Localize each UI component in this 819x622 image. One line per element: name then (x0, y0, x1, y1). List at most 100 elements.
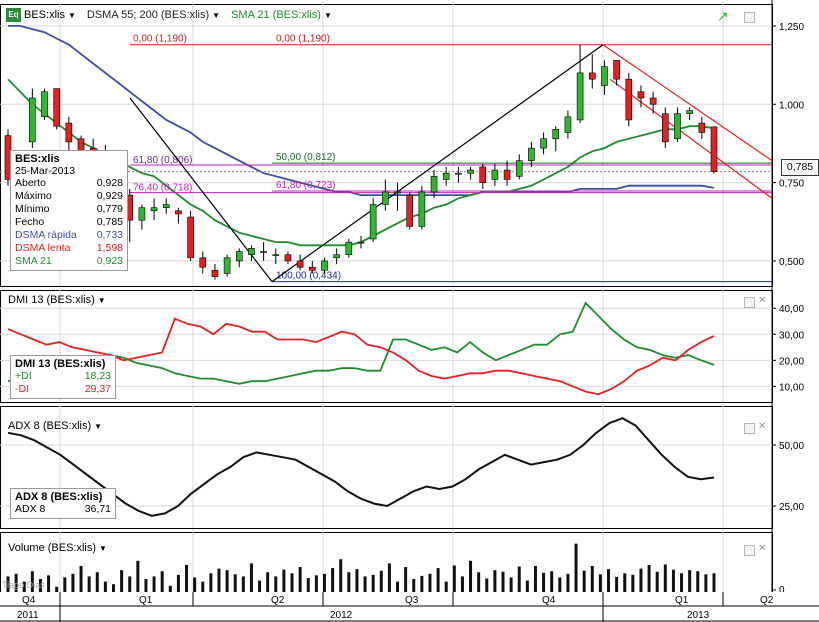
panel-maximize-icon[interactable] (744, 545, 755, 556)
volume-bar (396, 581, 400, 592)
volume-bar (63, 577, 67, 592)
volume-bar (509, 577, 513, 592)
candle-body (345, 241, 353, 255)
volume-bar (493, 570, 497, 592)
chevron-down-icon[interactable]: ▼ (98, 296, 106, 305)
volume-bar (477, 572, 481, 592)
candle-body (467, 169, 474, 174)
chevron-down-icon[interactable]: ▼ (324, 11, 332, 20)
volume-bar (501, 571, 505, 592)
volume-bar (607, 569, 611, 592)
panel-maximize-icon[interactable] (744, 12, 755, 23)
volume-bar (371, 574, 375, 592)
volume-bar (631, 574, 635, 592)
volume-bar (193, 577, 197, 592)
dmi-label[interactable]: DMI 13 (BES:xlis) (8, 294, 95, 306)
info-row-high: Máximo 0,929 (15, 190, 123, 202)
panel-maximize-icon[interactable] (744, 297, 755, 308)
candle-body (710, 126, 718, 172)
info-row-dsma-fast: DSMA rápida 0,733 (15, 229, 123, 241)
volume-bar (241, 576, 245, 592)
watermark: Tiago Dias (2, 580, 45, 590)
candle-body (333, 254, 340, 259)
candle-body (223, 257, 231, 274)
candle-body (138, 207, 146, 221)
volume-bar (452, 565, 456, 592)
chart-canvas: 1,250 1,000 0,750 0,500 0,00 (1,190) 0,00 (1,… (0, 0, 819, 622)
candle-body (649, 97, 657, 105)
close-icon[interactable]: ✕ (758, 543, 766, 554)
candle-body (235, 251, 243, 262)
volume-bar (274, 576, 278, 592)
volume-bar (71, 573, 75, 592)
candle-body (637, 91, 645, 99)
volume-bar (79, 566, 83, 592)
volume-bar (176, 574, 180, 592)
volume-bar (704, 574, 708, 592)
volume-bar (120, 570, 124, 592)
volume-bar (87, 576, 91, 592)
candle-body (406, 194, 413, 227)
candle-body (211, 270, 219, 277)
volume-bar (420, 575, 424, 592)
volume-bar (712, 573, 716, 592)
candle-body (613, 60, 620, 80)
candle-body (41, 91, 48, 118)
volume-bar (558, 577, 562, 592)
volume-bar (485, 578, 489, 592)
volume-bar (103, 581, 107, 592)
volume-bar (680, 573, 684, 592)
y-tick-label: 10,00 (779, 382, 804, 393)
volume-bar (136, 560, 140, 592)
chevron-down-icon[interactable]: ▼ (68, 11, 76, 20)
candle-body (199, 257, 207, 268)
adx-label[interactable]: ADX 8 (BES:xlis) (8, 420, 91, 432)
volume-bar (168, 585, 172, 592)
sma-label[interactable]: SMA 21 (BES:xlis) (231, 9, 321, 21)
chevron-down-icon[interactable]: ▼ (94, 422, 102, 431)
candle-body (260, 251, 267, 253)
volume-label[interactable]: Volume (BES:xlis) (8, 542, 96, 554)
chevron-down-icon[interactable]: ▼ (212, 11, 220, 20)
candle-body (394, 191, 401, 194)
candle-body (674, 113, 681, 140)
adx-info-title: ADX 8 (BES:xlis) (15, 491, 103, 503)
y-tick-label: 30,00 (779, 330, 804, 341)
volume-bar (47, 575, 51, 592)
candle-body (576, 72, 584, 121)
volume-bar (574, 543, 578, 592)
volume-bar (314, 575, 318, 592)
volume-bar (363, 576, 367, 592)
volume-bar (533, 566, 537, 592)
dsma-label[interactable]: DSMA 55; 200 (BES:xlis) (87, 9, 209, 21)
close-icon[interactable]: ✕ (758, 295, 766, 306)
volume-bar (615, 576, 619, 592)
volume-bar (339, 559, 343, 592)
fib-label: 0,00 (1,190) (276, 34, 330, 45)
quarter-tick-label: Q4 (542, 595, 556, 606)
adx-row: ADX 8 36,71 (15, 503, 111, 515)
info-row-sma21: SMA 21 0,923 (15, 255, 123, 267)
candle-body (601, 66, 608, 86)
volume-bar (266, 572, 270, 592)
candle-body (357, 241, 365, 244)
app-icon[interactable]: Eq (6, 8, 21, 22)
candle-body (528, 147, 535, 161)
ohlc-info-box: BES:xlis 25-Mar-2013 Aberto 0,928 Máximo 0… (10, 150, 128, 271)
panel-maximize-icon[interactable] (744, 423, 755, 434)
dmi-info-box: DMI 13 (BES:xlis) +DI 18,23 -DI 29,37 (10, 355, 116, 399)
candle-body (272, 254, 280, 256)
candle-body (175, 210, 182, 215)
price-panel-header: Eq BES:xlis ▼ DSMA 55; 200 (BES:xlis) ▼ SM… (6, 8, 332, 22)
symbol-label[interactable]: BES:xlis (24, 9, 65, 21)
year-tick-label: 2013 (687, 610, 710, 621)
adx-info-box: ADX 8 (BES:xlis) ADX 8 36,71 (10, 488, 116, 519)
trend-arrow-icon[interactable]: ↗ (717, 8, 729, 25)
quarter-tick-label: Q2 (760, 595, 774, 606)
candle-body (382, 191, 389, 205)
chevron-down-icon[interactable]: ▼ (99, 544, 107, 553)
volume-bar (201, 581, 205, 592)
volume-bar (111, 584, 115, 592)
candle-body (369, 204, 377, 240)
close-icon[interactable]: ✕ (758, 421, 766, 432)
